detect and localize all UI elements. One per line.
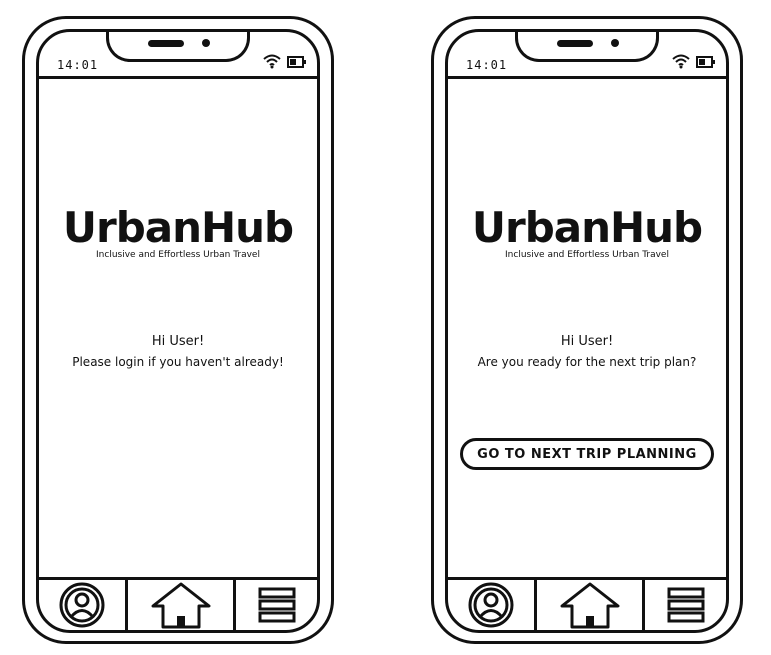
battery-icon: [696, 56, 715, 68]
home-screen-content: UrbanHub Inclusive and Effortless Urban …: [448, 79, 726, 577]
phone-screen: 14:01 UrbanHub Inclusive and Effortless …: [36, 29, 320, 633]
tab-menu[interactable]: [236, 580, 317, 630]
menu-icon: [258, 587, 295, 623]
home-icon: [560, 582, 619, 629]
greeting-text: Hi User!: [560, 334, 614, 349]
bottom-tab-bar: [448, 577, 726, 630]
phone-screen: 14:01 UrbanHub Inclusive and Effortless …: [445, 29, 729, 633]
tab-home[interactable]: [128, 580, 236, 630]
battery-icon: [287, 56, 306, 68]
phone-frame-trip: 14:01 UrbanHub Inclusive and Effortless …: [431, 16, 743, 644]
tab-profile[interactable]: [39, 580, 128, 630]
trip-prompt-text: Are you ready for the next trip plan?: [477, 355, 697, 369]
login-prompt-text: Please login if you haven't already!: [72, 355, 284, 369]
app-tagline: Inclusive and Effortless Urban Travel: [505, 250, 669, 260]
tab-profile[interactable]: [448, 580, 537, 630]
profile-icon: [59, 582, 105, 628]
wifi-icon: [672, 54, 690, 69]
wifi-icon: [263, 54, 281, 69]
menu-icon: [667, 587, 704, 623]
next-trip-planning-button[interactable]: GO TO NEXT TRIP PLANNING: [460, 438, 714, 470]
app-logo: UrbanHub: [471, 203, 703, 252]
speaker-slot: [557, 40, 593, 47]
greeting-text: Hi User!: [151, 334, 205, 349]
app-logo: UrbanHub: [62, 203, 294, 252]
tab-menu[interactable]: [645, 580, 726, 630]
tab-home[interactable]: [537, 580, 645, 630]
camera-dot: [202, 39, 210, 47]
app-tagline: Inclusive and Effortless Urban Travel: [96, 250, 260, 260]
notch: [106, 32, 250, 62]
notch: [515, 32, 659, 62]
status-time: 14:01: [466, 58, 508, 72]
bottom-tab-bar: [39, 577, 317, 630]
camera-dot: [611, 39, 619, 47]
speaker-slot: [148, 40, 184, 47]
phone-frame-login: 14:01 UrbanHub Inclusive and Effortless …: [22, 16, 334, 644]
home-icon: [151, 582, 210, 629]
profile-icon: [468, 582, 514, 628]
home-screen-content: UrbanHub Inclusive and Effortless Urban …: [39, 79, 317, 577]
status-time: 14:01: [57, 58, 99, 72]
